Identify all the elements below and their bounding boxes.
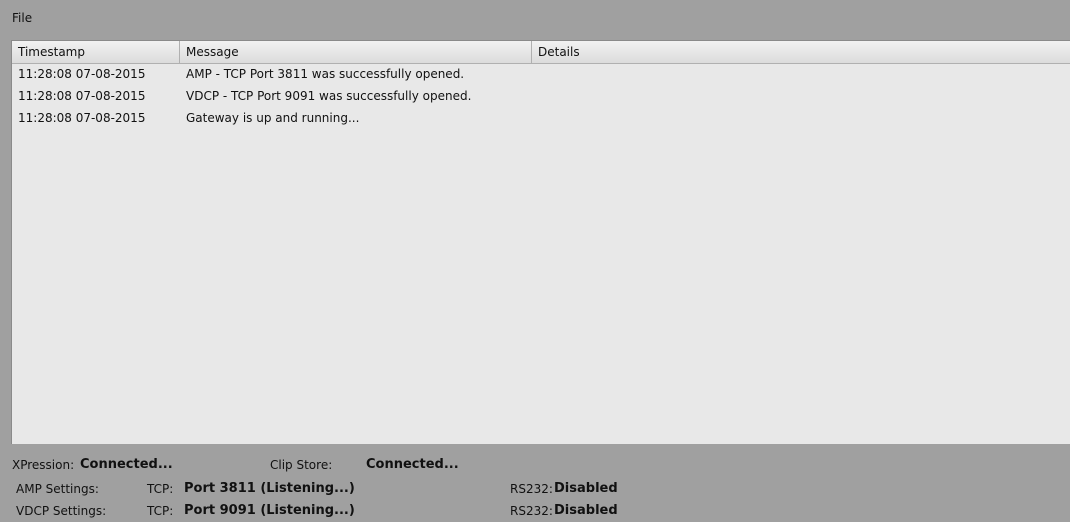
log-row[interactable]: 11:28:08 07-08-2015 AMP - TCP Port 3811 … [12,63,1070,85]
vdcp-rs232-label: RS232: [510,504,553,518]
amp-rs232-label: RS232: [510,482,553,496]
column-header-timestamp[interactable]: Timestamp [12,41,180,63]
amp-tcp-value: Port 3811 (Listening...) [184,481,355,496]
vdcp-rs232-value: Disabled [554,503,618,518]
log-message: VDCP - TCP Port 9091 was successfully op… [186,89,472,103]
amp-settings-label: AMP Settings: [16,482,99,496]
log-message: AMP - TCP Port 3811 was successfully ope… [186,67,465,81]
vdcp-tcp-value: Port 9091 (Listening...) [184,503,355,518]
log-list[interactable]: Timestamp Message Details 11:28:08 07-08… [11,40,1070,444]
amp-rs232-value: Disabled [554,481,618,496]
xpression-label: XPression: [12,458,75,472]
log-timestamp: 11:28:08 07-08-2015 [18,111,146,125]
clipstore-label: Clip Store: [270,458,333,472]
vdcp-settings-label: VDCP Settings: [16,504,107,518]
log-row[interactable]: 11:28:08 07-08-2015 VDCP - TCP Port 9091… [12,85,1070,107]
clipstore-status: Connected... [366,457,459,472]
log-timestamp: 11:28:08 07-08-2015 [18,67,146,81]
log-timestamp: 11:28:08 07-08-2015 [18,89,146,103]
amp-tcp-label: TCP: [147,482,174,496]
vdcp-tcp-label: TCP: [147,504,174,518]
menu-bar: File [0,0,1070,34]
column-header-message[interactable]: Message [180,41,532,63]
log-header: Timestamp Message Details [12,41,1070,64]
column-header-details[interactable]: Details [532,41,1070,63]
log-row[interactable]: 11:28:08 07-08-2015 Gateway is up and ru… [12,107,1070,129]
xpression-status: Connected... [80,457,173,472]
log-message: Gateway is up and running... [186,111,360,125]
status-bar: XPression: Connected... Clip Store: Conn… [0,444,1070,522]
log-body: 11:28:08 07-08-2015 AMP - TCP Port 3811 … [12,63,1070,129]
menu-file[interactable]: File [12,11,32,25]
